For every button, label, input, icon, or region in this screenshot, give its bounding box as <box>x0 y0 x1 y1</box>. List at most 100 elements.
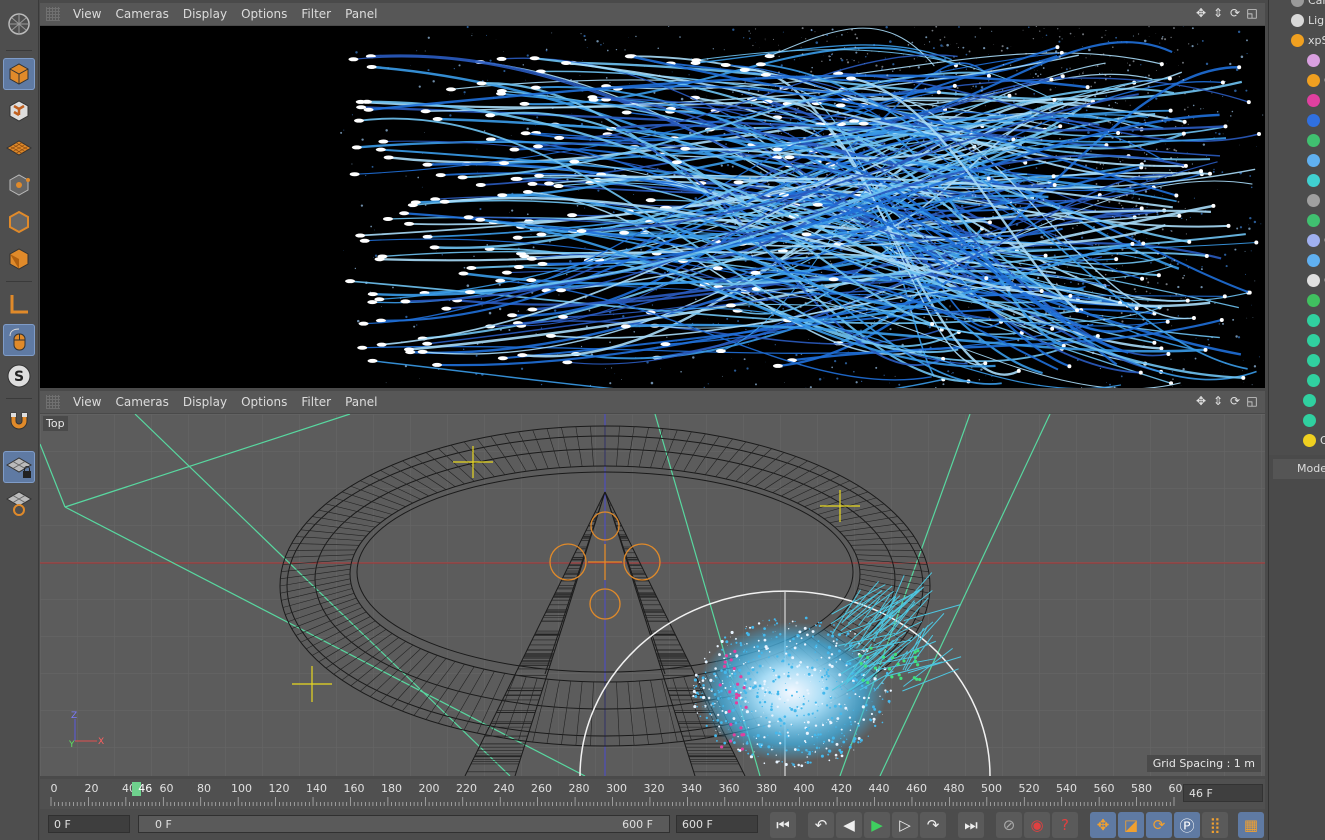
timeline-tick-label: 320 <box>643 782 665 795</box>
next-key-icon[interactable]: ↷ <box>920 812 946 838</box>
workplane-icon[interactable] <box>3 8 35 40</box>
menu-panel[interactable]: Panel <box>338 7 384 21</box>
menu-options[interactable]: Options <box>234 395 294 409</box>
object-type-icon <box>1307 373 1320 387</box>
polygons-mode-icon[interactable] <box>3 243 35 275</box>
key-rotation-icon[interactable]: ⟳ <box>1146 812 1172 838</box>
grip-icon[interactable] <box>46 7 60 21</box>
locked-workplane-icon[interactable] <box>3 451 35 483</box>
model-mode-icon[interactable] <box>3 58 35 90</box>
key-position-icon[interactable]: ✥ <box>1090 812 1116 838</box>
key-scale-icon[interactable]: ◪ <box>1118 812 1144 838</box>
key-parameter-icon[interactable]: Ⓟ <box>1174 812 1200 838</box>
texture-mode-icon[interactable] <box>3 95 35 127</box>
object-row[interactable] <box>1269 250 1325 270</box>
maximize-icon[interactable]: ◱ <box>1245 6 1259 20</box>
object-type-icon <box>1307 73 1320 87</box>
dolly-icon[interactable]: ⇕ <box>1211 6 1225 20</box>
object-row[interactable] <box>1269 350 1325 370</box>
modes-tab[interactable]: Mode <box>1273 459 1325 479</box>
preview-range-slider[interactable]: 0 F 600 F <box>138 815 670 833</box>
end-frame-field[interactable]: 600 F <box>676 815 758 833</box>
axis-mode-icon[interactable] <box>3 288 35 320</box>
object-row[interactable] <box>1269 410 1325 430</box>
object-row[interactable]: O <box>1269 270 1325 290</box>
render-viewport[interactable] <box>40 26 1265 388</box>
menu-display[interactable]: Display <box>176 395 234 409</box>
current-frame-field[interactable]: 46 F <box>1183 784 1263 802</box>
timeline-tick-label: 300 <box>606 782 627 795</box>
menu-panel[interactable]: Panel <box>338 395 384 409</box>
previous-frame-icon[interactable]: ◀ <box>836 812 862 838</box>
timeline-tick-label: 380 <box>756 782 777 795</box>
object-label: Car <box>1308 0 1325 7</box>
object-row[interactable]: Car <box>1269 0 1325 10</box>
tweak-mode-icon[interactable] <box>3 324 35 356</box>
object-label: Q <box>1320 434 1325 447</box>
go-to-end-icon[interactable]: ⏭ <box>958 812 984 838</box>
dolly-icon[interactable]: ⇕ <box>1211 394 1225 408</box>
timeline[interactable]: 0 20 40 60 80 100 120 140 160 180 200 220 240 260 280 3… <box>40 779 1265 809</box>
object-row[interactable]: Q <box>1269 430 1325 450</box>
current-frame-label: 46 <box>138 782 153 795</box>
object-row[interactable]: M <box>1269 290 1325 310</box>
menu-view[interactable]: View <box>66 395 108 409</box>
menu-filter[interactable]: Filter <box>294 395 338 409</box>
rotate-view-icon[interactable]: ⟳ <box>1228 394 1242 408</box>
menu-view[interactable]: View <box>66 7 108 21</box>
grip-icon[interactable] <box>46 395 60 409</box>
object-row[interactable]: Ligh <box>1269 10 1325 30</box>
top-view-viewport[interactable]: Z X Y Top Grid Spacing : 1 m <box>40 414 1265 776</box>
timeline-window-icon[interactable]: ▦ <box>1238 812 1264 838</box>
particle-render <box>340 26 1264 388</box>
menu-options[interactable]: Options <box>234 7 294 21</box>
timeline-tick-label: 540 <box>1056 782 1077 795</box>
previous-key-icon[interactable]: ↶ <box>808 812 834 838</box>
rotate-view-icon[interactable]: ⟳ <box>1228 6 1242 20</box>
object-row[interactable] <box>1269 190 1325 210</box>
magnet-snap-icon[interactable] <box>3 405 35 437</box>
object-row[interactable]: G <box>1269 70 1325 90</box>
autokey-icon[interactable]: ? <box>1052 812 1078 838</box>
menu-display[interactable]: Display <box>176 7 234 21</box>
object-label: xpS <box>1308 33 1325 47</box>
timeline-tick-label: 520 <box>1018 782 1040 795</box>
menu-filter[interactable]: Filter <box>294 7 338 21</box>
edges-mode-icon[interactable] <box>3 206 35 238</box>
object-row[interactable]: E <box>1269 150 1325 170</box>
start-frame-field[interactable]: 0 F <box>48 815 130 833</box>
object-row[interactable] <box>1269 390 1325 410</box>
snap-solo-icon[interactable]: S <box>3 360 35 392</box>
object-row[interactable] <box>1269 330 1325 350</box>
move-view-icon[interactable]: ✥ <box>1194 6 1208 20</box>
object-row[interactable] <box>1269 370 1325 390</box>
menu-cameras[interactable]: Cameras <box>108 395 175 409</box>
workplane-grid-icon[interactable] <box>3 132 35 164</box>
object-row[interactable]: D <box>1269 50 1325 70</box>
object-type-icon <box>1291 13 1304 27</box>
object-row[interactable] <box>1269 110 1325 130</box>
points-mode-icon[interactable] <box>3 169 35 201</box>
go-to-start-icon[interactable]: ⏮ <box>770 812 796 838</box>
record-icon[interactable]: ◉ <box>1024 812 1050 838</box>
object-row[interactable] <box>1269 310 1325 330</box>
object-type-icon <box>1307 353 1320 367</box>
move-view-icon[interactable]: ✥ <box>1194 394 1208 408</box>
planar-workplane-icon[interactable] <box>3 487 35 519</box>
maximize-icon[interactable]: ◱ <box>1245 394 1259 408</box>
play-icon[interactable]: ▶ <box>864 812 890 838</box>
record-disabled-icon[interactable]: ⊘ <box>996 812 1022 838</box>
object-row[interactable]: G <box>1269 230 1325 250</box>
timeline-tick-label: 200 <box>418 782 440 795</box>
object-row[interactable] <box>1269 210 1325 230</box>
key-pla-icon[interactable]: ⣿ <box>1202 812 1228 838</box>
object-row[interactable] <box>1269 90 1325 110</box>
object-row[interactable] <box>1269 130 1325 150</box>
object-row[interactable] <box>1269 170 1325 190</box>
range-end-label: 600 F <box>622 818 653 831</box>
timeline-ruler[interactable] <box>50 796 1175 806</box>
object-row[interactable]: xpS <box>1269 30 1325 50</box>
menu-cameras[interactable]: Cameras <box>108 7 175 21</box>
next-frame-icon[interactable]: ▷ <box>892 812 918 838</box>
range-start-label: 0 F <box>155 818 172 831</box>
